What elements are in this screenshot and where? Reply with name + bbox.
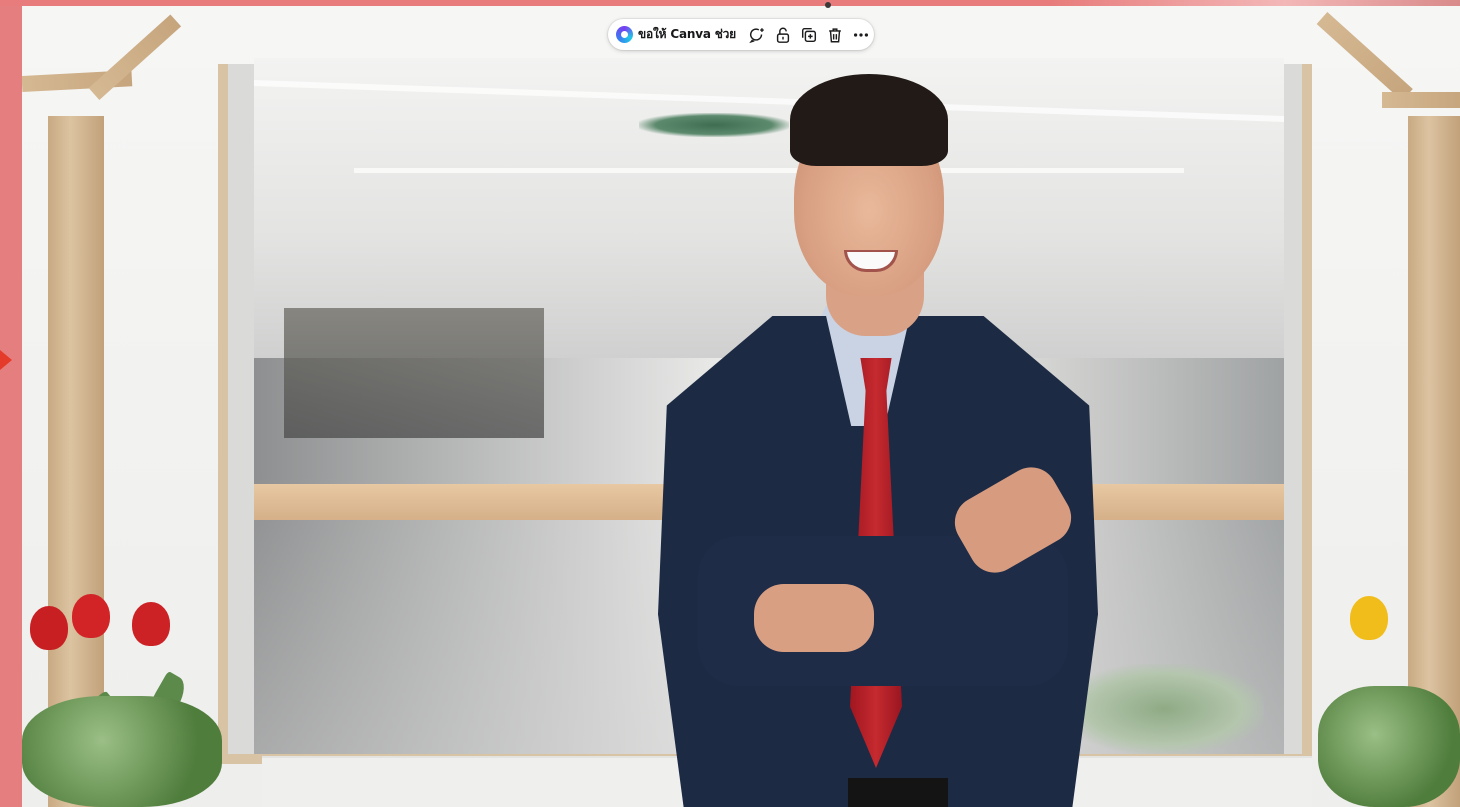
leafy-plant xyxy=(22,696,222,807)
businessman-figure[interactable] xyxy=(658,66,1098,807)
comment-add-icon[interactable] xyxy=(748,24,766,46)
delete-icon[interactable] xyxy=(826,24,844,46)
red-tulip xyxy=(132,602,170,646)
red-tulip xyxy=(30,606,68,650)
left-tulips xyxy=(22,586,242,807)
belt xyxy=(848,778,948,807)
rotate-handle[interactable] xyxy=(825,2,831,8)
red-tulip xyxy=(72,594,110,638)
lock-icon[interactable] xyxy=(774,24,792,46)
ask-canva-label: ขอให้ Canva ช่วย xyxy=(638,27,737,41)
floating-element-toolbar: ขอให้ Canva ช่วย xyxy=(608,19,874,50)
right-wooden-beam xyxy=(1382,92,1460,108)
duplicate-icon[interactable] xyxy=(800,24,818,46)
canva-ai-icon xyxy=(616,26,633,43)
left-hand xyxy=(754,584,874,652)
hair xyxy=(790,74,948,166)
background-room xyxy=(284,308,544,438)
design-canvas[interactable] xyxy=(22,6,1460,807)
right-tulips xyxy=(1308,596,1460,807)
side-arrow-marker xyxy=(0,350,12,370)
more-icon[interactable] xyxy=(852,24,870,46)
yellow-tulip xyxy=(1350,596,1388,640)
leafy-plant xyxy=(1318,686,1460,807)
ask-canva-button[interactable]: ขอให้ Canva ช่วย xyxy=(614,23,740,47)
